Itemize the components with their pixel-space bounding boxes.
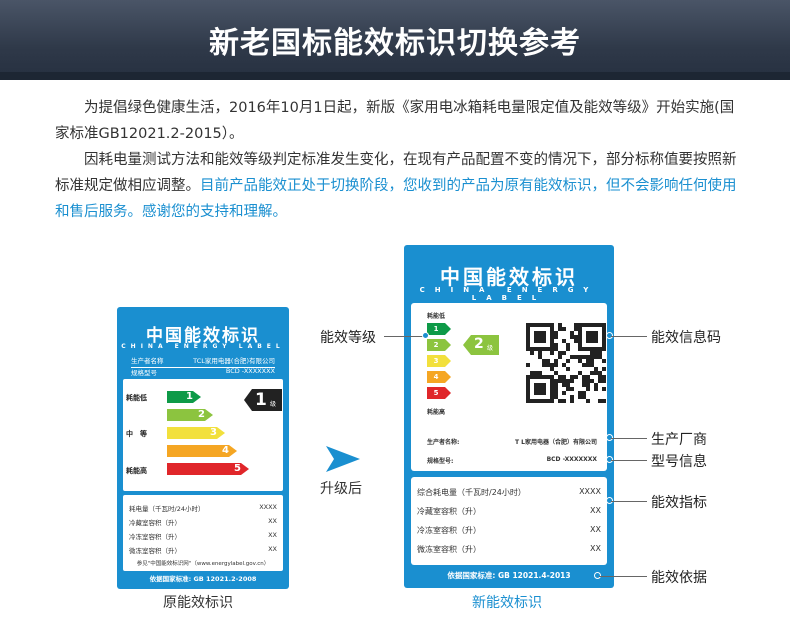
callout-indicator-line <box>611 501 647 502</box>
new-label-spec-value: XX <box>590 506 601 515</box>
intro-paragraph-2: 因耗电量测试方法和能效等级判定标准发生变化，在现有产品配置不变的情况下，部分标称… <box>55 147 745 225</box>
old-label-spec-label: 冷藏室容积（升） <box>129 519 181 527</box>
old-label-spec-value: XX <box>268 545 277 553</box>
old-label-manufacturer-key: 生产者名称 <box>131 357 164 365</box>
new-label-spec-label: 综合耗电量（千瓦时/24小时） <box>417 488 526 497</box>
new-label-manufacturer-value: T L家用电器（合肥）有限公司 <box>514 439 597 446</box>
callout-manufacturer-text: 生产厂商 <box>651 432 707 448</box>
upgrade-label: 升级后 <box>320 481 362 497</box>
old-label-spec-label: 耗电量（千瓦时/24小时） <box>129 505 205 513</box>
callout-model-line <box>611 460 647 461</box>
new-label-spec-value: XX <box>590 544 601 553</box>
new-label-model-value: BCD -XXXXXXX <box>546 456 597 463</box>
old-label-scale-box: 耗能低 中 等 耗能高 12345 1 级 <box>123 379 283 491</box>
old-label-caption: 原能效标识 <box>163 595 233 611</box>
new-label-grade-bar-3: 3 <box>427 355 451 367</box>
old-label-model-key: 规格型号 <box>131 369 157 377</box>
new-label-spec-value: XX <box>590 525 601 534</box>
old-label-spec-row: 耗电量（千瓦时/24小时） XXXX <box>129 503 277 513</box>
old-label-grade-bar-5: 5 <box>167 463 249 475</box>
callout-grade-text: 能效等级 <box>320 330 376 346</box>
new-label-scale-low: 耗能低 <box>427 313 446 320</box>
new-label-model-key: 规格型号: <box>427 458 454 465</box>
old-label-reference: 参见"中国能效标识网"（www.energylabel.gov.cn） <box>136 561 270 567</box>
old-label-grade-bar-1: 1 <box>167 391 201 403</box>
new-label-grade-bar-1: 1 <box>427 323 451 335</box>
callout-grade-line <box>384 336 425 337</box>
new-label-basis: 依据国家标准: GB 12021.4-2013 <box>447 571 571 580</box>
old-label-model-row: 规格型号 BCD -XXXXXXX <box>131 365 275 380</box>
old-label-grade-bar-2: 2 <box>167 409 213 421</box>
callout-manufacturer-line <box>611 438 647 439</box>
old-label-grade-bar-label: 1 <box>186 391 193 402</box>
callout-qr-text: 能效信息码 <box>651 330 721 346</box>
old-label-scale-low: 耗能低 <box>126 394 147 402</box>
old-label-spec-row: 冷藏室容积（升） XX <box>129 517 277 527</box>
callout-grade-dot <box>422 332 429 339</box>
new-label-model-row: 规格型号: BCD -XXXXXXX <box>427 456 597 465</box>
old-label-manufacturer-value: TCL家用电器(合肥)有限公司 <box>193 357 275 365</box>
old-label-grade-bar-label: 3 <box>210 427 217 438</box>
new-label-spec-label: 冷冻室容积（升） <box>417 526 481 535</box>
upgrade-arrow-icon <box>326 446 360 472</box>
new-label-manufacturer-key: 生产者名称: <box>427 439 460 446</box>
new-label-grade-bar-4: 4 <box>427 371 451 383</box>
header-stripe <box>0 72 790 80</box>
old-label-spec-label: 冷冻室容积（升） <box>129 533 181 541</box>
new-label-grade-suffix: 级 <box>487 345 494 352</box>
new-label-title-en: CHINA ENERGY LABEL <box>419 286 599 302</box>
old-label-basis: 依据国家标准: GB 12021.2-2008 <box>149 575 257 583</box>
old-label-scale-high: 耗能高 <box>126 467 147 475</box>
qr-code-icon <box>526 323 606 403</box>
old-label-title-en: CHINA ENERGY LABEL <box>121 343 285 350</box>
new-label-spec-row: 冷藏室容积（升） XX <box>417 506 601 517</box>
old-label-spec-row: 冷冻室容积（升） XX <box>129 531 277 541</box>
old-label-model-value: BCD -XXXXXXX <box>225 367 275 375</box>
old-label-grade-bar-3: 3 <box>167 427 225 439</box>
new-label-lower-box: 综合耗电量（千瓦时/24小时） XXXX 冷藏室容积（升） XX 冷冻室容积（升） XX 微… <box>411 477 607 565</box>
callout-model-text: 型号信息 <box>651 454 707 470</box>
old-label-grade-number: 1 <box>255 390 267 410</box>
old-label-scale-mid: 中 等 <box>126 430 147 438</box>
old-label-grade-bar-4: 4 <box>167 445 237 457</box>
intro-paragraph-1: 为提倡绿色健康生活，2016年10月1日起，新版《家用电冰箱耗电量限定值及能效等… <box>55 100 735 142</box>
new-label-grade-bar-2: 2 <box>427 339 451 351</box>
old-energy-label: 中国能效标识 CHINA ENERGY LABEL 生产者名称 TCL家用电器(… <box>117 307 289 589</box>
old-label-spec-row: 微冻室容积（升） XX <box>129 545 277 555</box>
old-label-spec-value: XX <box>268 517 277 525</box>
new-label-spec-row: 微冻室容积（升） XX <box>417 544 601 555</box>
new-label-upper-box: 耗能低 耗能高 1 2 3 4 5 2 级 生产者名称: T L家用电器（合肥）有限公司… <box>411 303 607 471</box>
new-label-scale-high: 耗能高 <box>427 409 446 416</box>
new-energy-label: 中国能效标识 CHINA ENERGY LABEL 耗能低 耗能高 12345 … <box>404 245 614 588</box>
old-label-spec-label: 微冻室容积（升） <box>129 547 181 555</box>
callout-basis-text: 能效依据 <box>651 570 707 586</box>
old-label-grade-suffix: 级 <box>270 401 277 408</box>
old-label-grade-bar-label: 5 <box>234 463 241 474</box>
new-label-manufacturer-row: 生产者名称: T L家用电器（合肥）有限公司 <box>427 437 597 446</box>
new-label-grade-bar-5: 5 <box>427 387 451 399</box>
old-label-current-grade: 1 级 <box>244 389 282 411</box>
intro-text: 为提倡绿色健康生活，2016年10月1日起，新版《家用电冰箱耗电量限定值及能效等… <box>55 95 745 225</box>
new-label-spec-row: 冷冻室容积（升） XX <box>417 525 601 536</box>
callout-indicator-text: 能效指标 <box>651 495 707 511</box>
new-label-grade-number: 2 <box>474 336 484 352</box>
callout-basis-line <box>599 576 647 577</box>
old-label-grade-bar-label: 2 <box>198 409 205 420</box>
old-label-spec-value: XX <box>268 531 277 539</box>
callout-qr-line <box>611 336 647 337</box>
old-label-spec-value: XXXX <box>259 503 277 511</box>
page-title: 新老国标能效标识切换参考 <box>209 26 581 61</box>
page-header: 新老国标能效标识切换参考 <box>0 0 790 80</box>
new-label-spec-label: 冷藏室容积（升） <box>417 507 481 516</box>
new-label-spec-row: 综合耗电量（千瓦时/24小时） XXXX <box>417 487 601 498</box>
old-label-spec-box: 耗电量（千瓦时/24小时） XXXX 冷藏室容积（升） XX 冷冻室容积（升） XX 微冻室… <box>123 495 283 571</box>
new-label-current-grade: 2 级 <box>463 335 499 355</box>
new-label-spec-label: 微冻室容积（升） <box>417 545 481 554</box>
new-label-caption: 新能效标识 <box>472 595 542 611</box>
old-label-grade-bar-label: 4 <box>222 445 229 456</box>
new-label-spec-value: XXXX <box>579 487 601 496</box>
